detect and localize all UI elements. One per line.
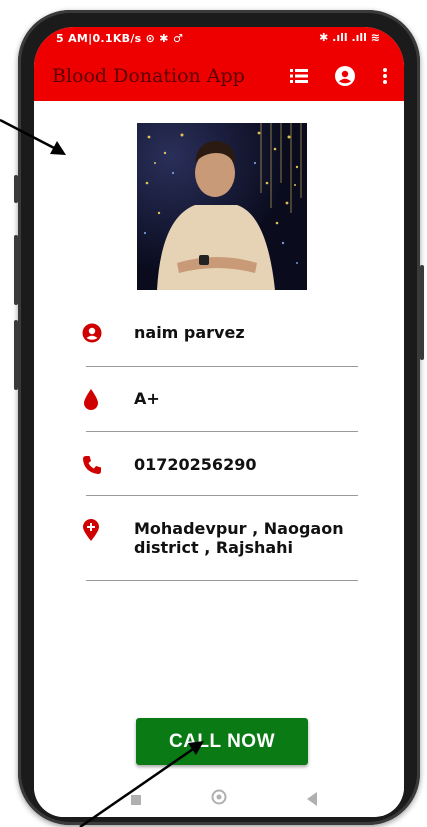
nav-back-icon[interactable] — [306, 791, 318, 810]
app-title: Blood Donation App — [52, 65, 245, 87]
nav-recents-icon[interactable] — [130, 791, 142, 810]
divider — [86, 580, 358, 581]
blood-drop-icon — [82, 389, 102, 411]
location-pin-icon — [82, 519, 102, 541]
status-left-text: 5 AM|0.1KB/s ⊙ ✱ ♂ — [56, 32, 184, 45]
phone-number[interactable]: 01720256290 — [134, 455, 256, 474]
phone-volume-button — [14, 320, 18, 390]
profile-name: naim parvez — [134, 323, 245, 342]
phone-power-button — [420, 265, 424, 360]
call-now-button[interactable]: CALL NOW — [136, 718, 308, 765]
address-line-2: district , Rajshahi — [134, 538, 294, 557]
system-nav-bar — [34, 777, 404, 817]
status-bar: 5 AM|0.1KB/s ⊙ ✱ ♂ ✱ .ıll .ıll ≋ — [34, 27, 404, 53]
divider — [86, 431, 358, 432]
divider — [86, 495, 358, 496]
app-bar: Blood Donation App — [34, 53, 404, 101]
app-screen: 5 AM|0.1KB/s ⊙ ✱ ♂ ✱ .ıll .ıll ≋ Blood D… — [34, 27, 404, 817]
phone-icon — [82, 455, 102, 477]
address: Mohadevpur , Naogaon district , Rajshahi — [134, 519, 344, 557]
address-line-1: Mohadevpur , Naogaon — [134, 519, 344, 538]
more-vert-icon[interactable] — [374, 65, 396, 87]
phone-volume-button — [14, 235, 18, 305]
profile-photo — [137, 123, 307, 290]
blood-group: A+ — [134, 389, 160, 408]
phone-side-button — [14, 175, 18, 203]
account-icon[interactable] — [334, 65, 356, 87]
person-icon — [82, 323, 102, 345]
status-right-text: ✱ .ıll .ıll ≋ — [319, 31, 380, 44]
divider — [86, 366, 358, 367]
nav-home-icon[interactable] — [211, 789, 227, 809]
list-icon[interactable] — [288, 65, 310, 87]
